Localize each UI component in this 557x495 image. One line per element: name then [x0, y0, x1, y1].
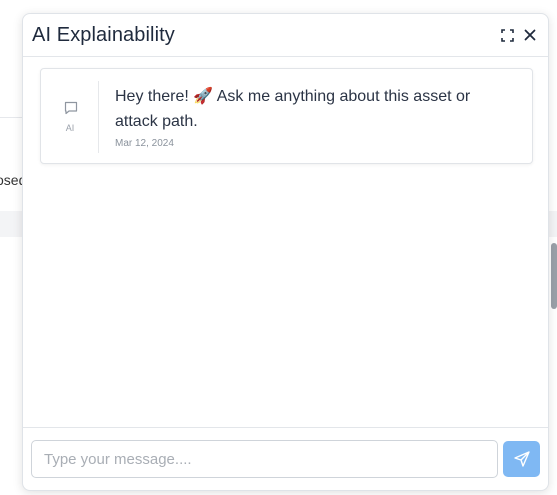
background-scrollbar[interactable]	[551, 243, 557, 309]
sender-label: AI	[65, 123, 75, 133]
expand-icon	[500, 28, 514, 42]
message-input[interactable]	[31, 440, 498, 478]
send-icon	[513, 451, 530, 467]
panel-header: AI Explainability	[23, 14, 548, 57]
ai-explainability-panel: AI Explainability AI Hey there! 🚀 Ask me…	[22, 13, 549, 491]
message-text: Hey there! 🚀 Ask me anything about this …	[115, 88, 471, 130]
composer	[23, 427, 548, 490]
message-sender: AI	[41, 81, 99, 153]
message-card: AI Hey there! 🚀 Ask me anything about th…	[40, 68, 533, 164]
chat-bubble-icon	[64, 101, 78, 115]
message-date: Mar 12, 2024	[115, 138, 174, 149]
close-button[interactable]	[522, 27, 538, 43]
close-icon	[524, 29, 536, 41]
expand-button[interactable]	[499, 27, 515, 43]
panel-title: AI Explainability	[32, 24, 175, 46]
send-button[interactable]	[503, 441, 540, 477]
